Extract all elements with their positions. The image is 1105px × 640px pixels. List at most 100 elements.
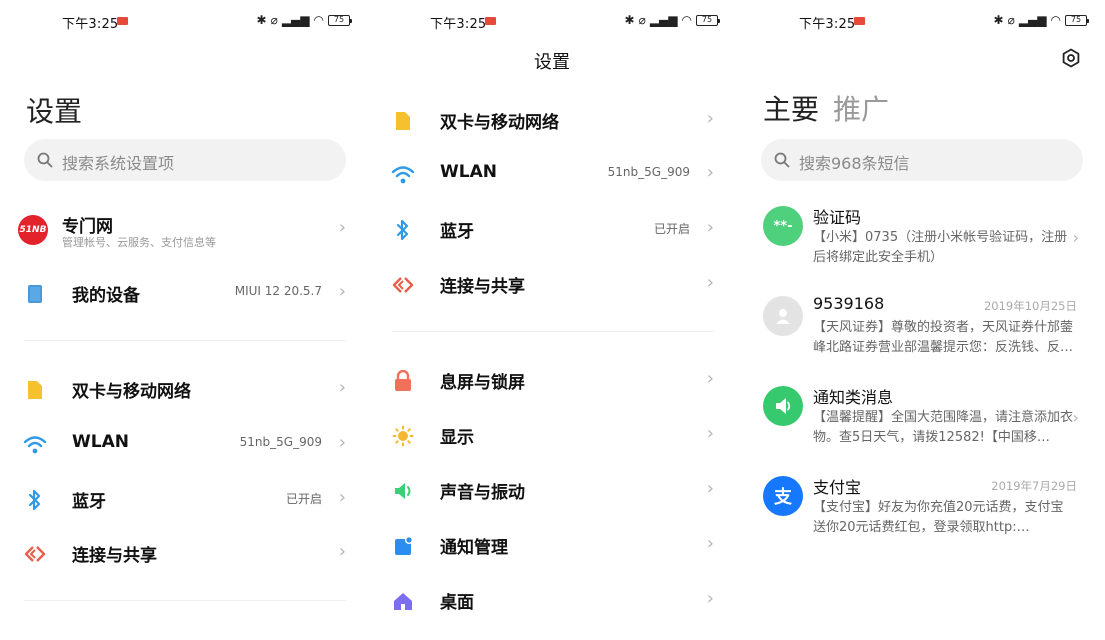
chevron-right-icon: ›	[338, 541, 346, 562]
notification-badge-icon	[117, 17, 128, 25]
notification-badge-icon	[485, 17, 496, 25]
connection-sharing-row[interactable]: 连接与共享 ›	[0, 526, 368, 580]
message-preview: 【天风证券】尊敬的投资者，天风证券什邡蓥峰北路证券营业部温馨提示您：反洗钱、反…	[813, 320, 1074, 355]
wlan-label: WLAN	[72, 432, 129, 452]
speaker-icon	[390, 478, 416, 504]
signal-icon: ▂▄▆	[1018, 13, 1047, 27]
status-time: 下午3:25	[62, 17, 119, 32]
bluetooth-status: 已开启	[285, 492, 322, 506]
sim-network-label: 双卡与移动网络	[440, 113, 559, 133]
chevron-right-icon: ›	[706, 217, 714, 238]
chevron-right-icon: ›	[706, 162, 714, 183]
sun-icon	[390, 423, 416, 449]
signal-icon: ▂▄▆	[649, 13, 678, 27]
wifi-icon	[22, 432, 48, 458]
message-date: 2019年7月29日	[991, 479, 1077, 493]
my-device-row[interactable]: 我的设备 MIUI 12 20.5.7 ›	[0, 266, 368, 320]
wifi-status-icon: ◠	[1050, 13, 1061, 27]
account-row[interactable]: 51NB 专门网 管理帐号、云服务、支付信息等 ›	[0, 205, 368, 255]
sound-row[interactable]: 声音与振动 ›	[368, 463, 736, 517]
notification-speaker-avatar-icon	[763, 386, 803, 426]
bluetooth-status-icon: ✱	[624, 13, 635, 27]
wlan-row[interactable]: WLAN 51nb_5G_909 ›	[0, 417, 368, 471]
bluetooth-label: 蓝牙	[440, 222, 474, 242]
chevron-right-icon: ›	[338, 281, 346, 302]
notification-icon	[390, 533, 416, 559]
page-title: 设置	[26, 95, 83, 128]
search-placeholder: 搜索968条短信	[799, 154, 910, 173]
bluetooth-row[interactable]: 蓝牙 已开启 ›	[368, 202, 736, 256]
message-item[interactable]: 9539168 2019年10月25日 【天风证券】尊敬的投资者，天风证券什邡蓥…	[737, 294, 1105, 376]
message-preview: 【温馨提醒】全国大范围降温，请注意添加衣物。查5日天气，请拨12582!【中国移…	[813, 410, 1074, 445]
status-icons: ✱ ⌀ ▂▄▆ ◠ 75	[993, 13, 1089, 27]
battery-icon: 75	[1065, 14, 1089, 26]
home-screen-row[interactable]: 桌面 ›	[368, 573, 736, 627]
wifi-status-icon: ◠	[681, 13, 692, 27]
default-contact-avatar-icon	[763, 296, 803, 336]
search-icon	[774, 152, 790, 168]
status-time: 下午3:25	[799, 17, 856, 32]
notification-label: 通知管理	[440, 538, 508, 558]
message-item[interactable]: 通知类消息 【温馨提醒】全国大范围降温，请注意添加衣物。查5日天气，请拨1258…	[737, 386, 1105, 466]
message-preview: 【小米】0735（注册小米帐号验证码，注册后将绑定此安全手机）	[813, 230, 1068, 265]
connection-sharing-row[interactable]: 连接与共享 ›	[368, 257, 736, 311]
wlan-ssid: 51nb_5G_909	[239, 435, 322, 449]
message-item[interactable]: 支 支付宝 2019年7月29日 【支付宝】好友为你充值20元话费，支付宝送你2…	[737, 476, 1105, 556]
device-icon	[22, 281, 48, 307]
message-item[interactable]: **- 验证码 【小米】0735（注册小米帐号验证码，注册后将绑定此安全手机） …	[737, 206, 1105, 286]
message-date: 2019年10月25日	[983, 299, 1077, 313]
signal-icon: ▂▄▆	[281, 13, 310, 27]
sound-label: 声音与振动	[440, 483, 525, 503]
avatar-text: 支	[774, 487, 792, 508]
connection-sharing-label: 连接与共享	[440, 277, 525, 297]
battery-icon: 75	[328, 14, 352, 26]
sim-card-icon	[22, 377, 48, 403]
bluetooth-row[interactable]: 蓝牙 已开启 ›	[0, 472, 368, 526]
tab-main[interactable]: 主要	[763, 93, 819, 126]
chevron-right-icon: ›	[706, 478, 714, 499]
settings-scrolled-panel: 下午3:25 ✱ ⌀ ▂▄▆ ◠ 75 设置 双卡与移动网络 › WLAN 51…	[368, 0, 736, 640]
bluetooth-icon	[390, 217, 416, 243]
sim-network-label: 双卡与移动网络	[72, 382, 191, 402]
chevron-right-icon: ›	[338, 432, 346, 453]
mute-icon: ⌀	[1007, 13, 1015, 27]
connection-sharing-label: 连接与共享	[72, 546, 157, 566]
wlan-row[interactable]: WLAN 51nb_5G_909 ›	[368, 147, 736, 201]
sim-network-row[interactable]: 双卡与移动网络 ›	[0, 362, 368, 416]
chevron-right-icon: ›	[338, 377, 346, 398]
page-title: 设置	[534, 52, 570, 73]
mute-icon: ⌀	[638, 13, 646, 27]
battery-icon: 75	[696, 14, 720, 26]
notification-row[interactable]: 通知管理 ›	[368, 518, 736, 572]
notification-badge-icon	[854, 17, 865, 25]
sender-name: 验证码	[813, 208, 862, 227]
home-icon	[390, 588, 416, 614]
section-divider	[392, 331, 714, 332]
sim-network-row[interactable]: 双卡与移动网络 ›	[368, 93, 736, 147]
chevron-right-icon: ›	[1072, 408, 1079, 427]
miui-version: MIUI 12 20.5.7	[234, 284, 322, 298]
lock-screen-label: 息屏与锁屏	[440, 373, 525, 393]
bluetooth-status-icon: ✱	[256, 13, 267, 27]
chevron-right-icon: ›	[706, 533, 714, 554]
chevron-right-icon: ›	[706, 272, 714, 293]
chevron-right-icon: ›	[706, 588, 714, 609]
search-icon	[37, 152, 53, 168]
lock-icon	[390, 368, 416, 394]
tab-promo[interactable]: 推广	[833, 93, 889, 126]
chevron-right-icon: ›	[1072, 228, 1079, 247]
bluetooth-status-icon: ✱	[993, 13, 1004, 27]
home-screen-label: 桌面	[440, 593, 474, 613]
display-label: 显示	[440, 428, 474, 448]
display-row[interactable]: 显示 ›	[368, 408, 736, 462]
search-input[interactable]: 搜索968条短信	[761, 139, 1083, 181]
search-placeholder: 搜索系统设置项	[62, 154, 175, 173]
settings-gear-icon[interactable]	[1061, 48, 1081, 68]
alipay-avatar-icon: 支	[763, 476, 803, 516]
chevron-right-icon: ›	[706, 368, 714, 389]
search-input[interactable]: 搜索系统设置项	[24, 139, 346, 181]
lock-screen-row[interactable]: 息屏与锁屏 ›	[368, 353, 736, 407]
sim-card-icon	[390, 108, 416, 134]
settings-home-panel: 下午3:25 ✱ ⌀ ▂▄▆ ◠ 75 设置 搜索系统设置项 51NB 专门网 …	[0, 0, 368, 640]
sender-name: 9539168	[813, 294, 885, 313]
